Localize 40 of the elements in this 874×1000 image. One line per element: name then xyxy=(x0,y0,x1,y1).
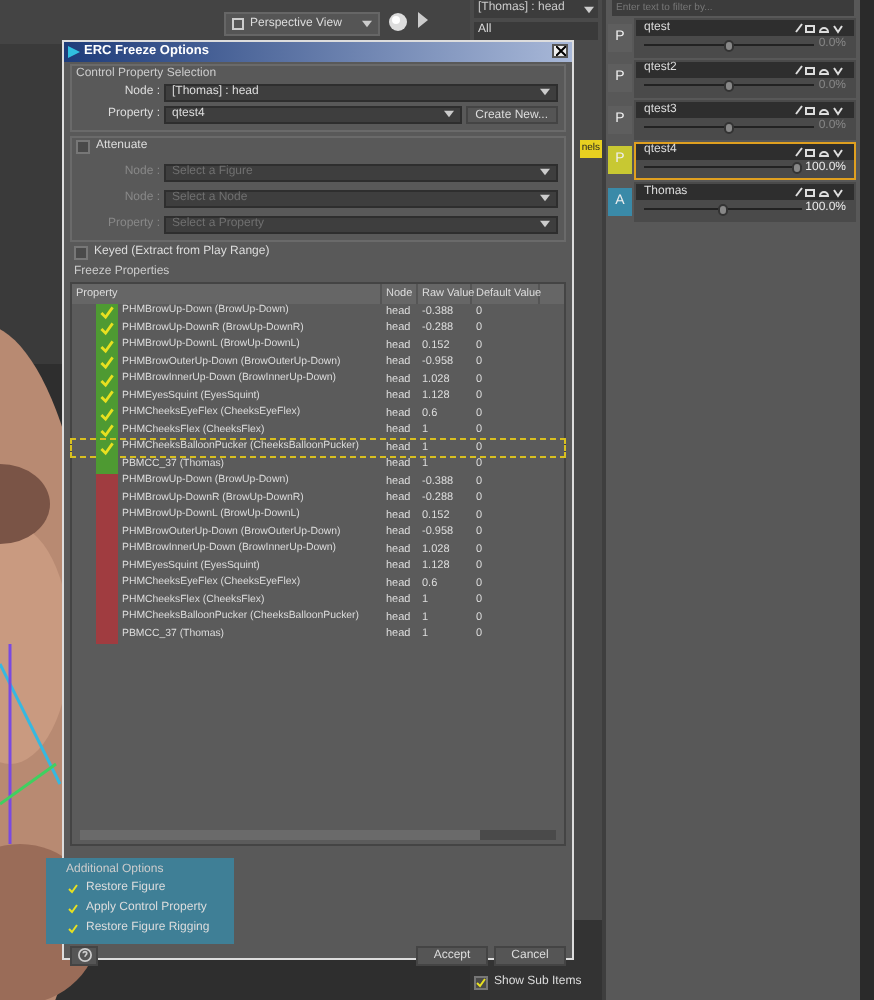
scrollbar[interactable] xyxy=(80,829,556,840)
check-cell[interactable] xyxy=(96,320,118,338)
slider-thumb[interactable] xyxy=(791,162,802,175)
property-icons xyxy=(794,186,846,198)
sphere-icon[interactable] xyxy=(388,12,408,32)
help-button[interactable] xyxy=(70,945,98,966)
slider[interactable] xyxy=(644,121,815,134)
caret-icon xyxy=(540,88,550,97)
caret-icon xyxy=(443,110,454,119)
slider[interactable] xyxy=(644,203,802,216)
checkbox[interactable] xyxy=(474,976,488,990)
property-icons xyxy=(794,63,846,75)
check-cell[interactable] xyxy=(96,439,118,457)
slider[interactable] xyxy=(644,80,815,93)
check-cell[interactable] xyxy=(96,626,118,644)
property-icons xyxy=(794,22,846,34)
close-icon xyxy=(555,46,565,57)
slider-thumb[interactable] xyxy=(724,121,735,134)
checkbox[interactable] xyxy=(74,246,88,261)
help-icon xyxy=(77,948,91,963)
slider[interactable] xyxy=(644,39,815,52)
caret-icon xyxy=(362,20,372,28)
caret-icon xyxy=(584,5,594,13)
property-icons xyxy=(794,104,846,116)
caret-icon xyxy=(540,220,550,229)
property-icons xyxy=(794,145,846,157)
slider-thumb[interactable] xyxy=(724,80,735,93)
check-cell[interactable] xyxy=(96,456,118,474)
slider-thumb[interactable] xyxy=(724,39,735,52)
app-icon xyxy=(68,45,80,58)
check-cell[interactable] xyxy=(96,388,118,406)
caret-icon xyxy=(540,194,550,203)
check-cell[interactable] xyxy=(96,354,118,372)
slider-thumb[interactable] xyxy=(717,203,728,216)
check-cell[interactable] xyxy=(96,422,118,440)
checkbox[interactable] xyxy=(76,140,90,155)
slider[interactable] xyxy=(644,162,802,175)
caret-icon xyxy=(540,168,550,177)
close-button[interactable] xyxy=(552,44,568,59)
arrow-icon[interactable] xyxy=(416,12,430,28)
